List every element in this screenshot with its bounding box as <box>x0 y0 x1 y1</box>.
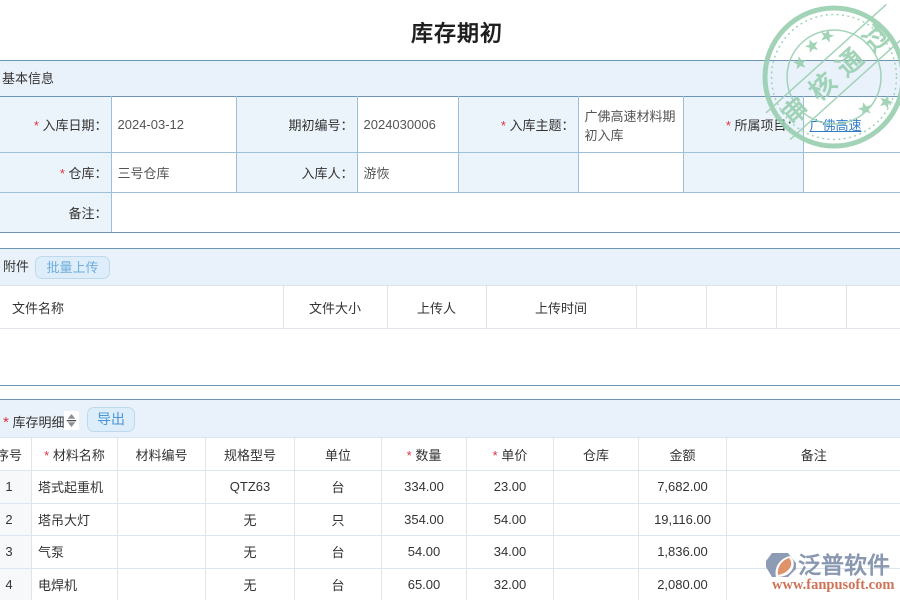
svg-text:www.fanpusoft.com: www.fanpusoft.com <box>772 577 894 593</box>
svg-text:泛普软件: 泛普软件 <box>798 552 890 578</box>
